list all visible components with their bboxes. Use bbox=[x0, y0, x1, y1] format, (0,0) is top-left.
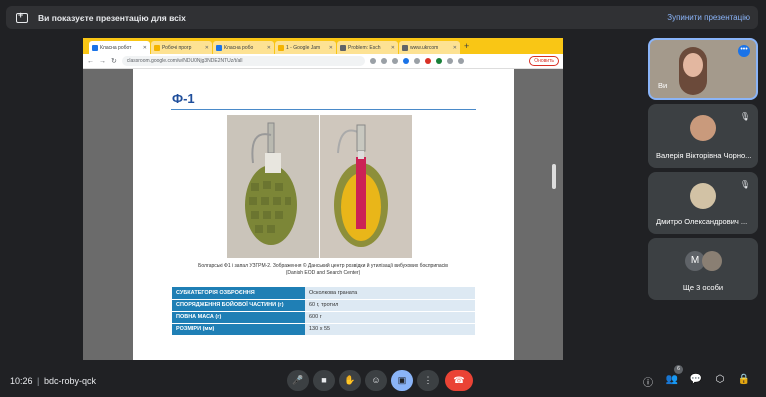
puzzle-icon[interactable] bbox=[446, 58, 453, 64]
browser-tab[interactable]: Класна робо ✕ bbox=[213, 41, 274, 54]
leave-call-button[interactable]: ☎ bbox=[445, 370, 473, 391]
host-controls-icon[interactable]: 🔒 bbox=[737, 374, 751, 385]
document-viewer: Ф-1 Болгарські Ф1 і запал УЗГРМ-2. Зобра… bbox=[133, 69, 514, 360]
address-bar[interactable]: classroom.google.com/w/NDU0Njg3NDE2NTUz/… bbox=[121, 56, 365, 66]
star-icon[interactable] bbox=[391, 58, 398, 64]
classroom-favicon-icon bbox=[154, 44, 160, 51]
profile-avatar-icon[interactable] bbox=[457, 58, 464, 64]
reload-icon[interactable]: ↻ bbox=[111, 57, 117, 65]
grenade-photo bbox=[227, 115, 319, 258]
extension-icon[interactable] bbox=[413, 58, 420, 64]
browser-tab[interactable]: Класна робот ✕ bbox=[89, 41, 150, 54]
camera-button[interactable]: ■ bbox=[313, 370, 335, 391]
avatar bbox=[702, 251, 722, 271]
chat-icon[interactable]: 💬 bbox=[689, 374, 703, 385]
mic-off-icon: 🎙 bbox=[739, 112, 750, 121]
participant-tile[interactable]: 🎙 Валерія Вікторівна Чорно... bbox=[648, 104, 758, 168]
meeting-controls-bar: 10:26 | bdc-roby-qck 🎤 ■ ✋ ☺ ▣ ⋮ ☎ ⓘ 👥 6… bbox=[0, 365, 766, 394]
close-tab-icon[interactable]: ✕ bbox=[267, 45, 271, 51]
table-row: СУБКАТЕГОРІЯ ОЗБРОЄННЯ Осколкова граната bbox=[172, 287, 475, 300]
image-caption: Болгарські Ф1 і запал УЗГРМ-2. Зображенн… bbox=[198, 263, 448, 276]
new-tab-button[interactable]: + bbox=[464, 41, 469, 51]
share-icon[interactable] bbox=[380, 58, 387, 64]
more-participants-label: Ще 3 особи bbox=[682, 283, 724, 292]
browser-tabstrip: Класна робот ✕ Робочі прогр ✕ Класна робо ✕… bbox=[83, 38, 563, 54]
close-tab-icon[interactable]: ✕ bbox=[329, 45, 333, 51]
meeting-time: 10:26 bbox=[10, 376, 33, 386]
table-row: ПОВНА МАСА (г) 600 г bbox=[172, 311, 475, 324]
microphone-button[interactable]: 🎤 bbox=[287, 370, 309, 391]
people-icon[interactable]: 👥 bbox=[665, 374, 679, 385]
browser-tab[interactable]: 1 - Google Jam ✕ bbox=[275, 41, 336, 54]
close-tab-icon[interactable]: ✕ bbox=[391, 45, 395, 51]
zoom-icon[interactable] bbox=[369, 58, 376, 64]
browser-toolbar: ← → ↻ classroom.google.com/w/NDU0Njg3NDE… bbox=[83, 54, 563, 69]
self-video-tile[interactable]: ••• Ви bbox=[648, 38, 758, 100]
close-tab-icon[interactable]: ✕ bbox=[453, 45, 457, 51]
more-options-icon[interactable]: ••• bbox=[738, 45, 750, 57]
meeting-code: bdc-roby-qck bbox=[44, 376, 97, 386]
participant-name: Валерія Вікторівна Чорно... bbox=[656, 151, 752, 160]
people-count-badge: 6 bbox=[674, 365, 683, 374]
meeting-details-icon[interactable]: ⓘ bbox=[641, 374, 655, 389]
present-screen-icon bbox=[16, 10, 28, 23]
raise-hand-button[interactable]: ✋ bbox=[339, 370, 361, 391]
globe-favicon-icon bbox=[402, 44, 408, 51]
close-tab-icon[interactable]: ✕ bbox=[143, 45, 147, 51]
participant-tile[interactable]: 🎙 Дмитро Олександрович ... bbox=[648, 172, 758, 234]
banner-text: Ви показуєте презентацію для всіх bbox=[38, 12, 186, 23]
heading-divider bbox=[171, 109, 476, 110]
mic-off-icon: 🎙 bbox=[739, 180, 750, 189]
present-now-button[interactable]: ▣ bbox=[391, 370, 413, 391]
problem-favicon-icon bbox=[340, 44, 346, 51]
classroom-favicon-icon bbox=[216, 44, 222, 51]
extension-icon[interactable] bbox=[424, 58, 431, 64]
browser-tab[interactable]: www.ukrcom ✕ bbox=[399, 41, 460, 54]
avatar bbox=[690, 115, 716, 141]
separator: | bbox=[37, 376, 40, 386]
grenade-cutaway-photo bbox=[320, 115, 412, 258]
reactions-button[interactable]: ☺ bbox=[365, 370, 387, 391]
avatar bbox=[690, 183, 716, 209]
table-row: РОЗМІРИ (мм) 130 х 55 bbox=[172, 323, 475, 336]
table-row: СПОРЯДЖЕННЯ БОЙОВОЇ ЧАСТИНИ (г) 60 г, тро… bbox=[172, 299, 475, 312]
presented-screen: Класна робот ✕ Робочі прогр ✕ Класна робо ✕… bbox=[83, 38, 563, 360]
more-participants-tile[interactable]: М Ще 3 особи bbox=[648, 238, 758, 300]
stop-presenting-button[interactable]: Зупинити презентацію bbox=[667, 13, 750, 22]
browser-tab[interactable]: Робочі прогр ✕ bbox=[151, 41, 212, 54]
activities-icon[interactable]: ⬡ bbox=[713, 374, 727, 385]
participant-name: Дмитро Олександрович ... bbox=[656, 217, 748, 226]
jamboard-favicon-icon bbox=[278, 44, 284, 51]
presenting-banner: Ви показуєте презентацію для всіх Зупини… bbox=[6, 6, 758, 29]
extension-icon[interactable] bbox=[435, 58, 442, 64]
specs-table: СУБКАТЕГОРІЯ ОЗБРОЄННЯ Осколкова граната … bbox=[172, 287, 475, 336]
participant-name: Ви bbox=[658, 81, 668, 90]
back-arrow-icon[interactable]: ← bbox=[87, 58, 94, 65]
page-scrollbar[interactable] bbox=[552, 164, 556, 189]
browser-tab[interactable]: Problem: Esch ✕ bbox=[337, 41, 398, 54]
document-heading: Ф-1 bbox=[172, 91, 195, 106]
more-options-button[interactable]: ⋮ bbox=[417, 370, 439, 391]
update-browser-button[interactable]: Оновить bbox=[529, 56, 559, 66]
classroom-favicon-icon bbox=[92, 44, 98, 51]
close-tab-icon[interactable]: ✕ bbox=[205, 45, 209, 51]
participant-face bbox=[683, 53, 703, 77]
extension-icon[interactable] bbox=[402, 58, 409, 64]
forward-arrow-icon[interactable]: → bbox=[99, 58, 106, 65]
